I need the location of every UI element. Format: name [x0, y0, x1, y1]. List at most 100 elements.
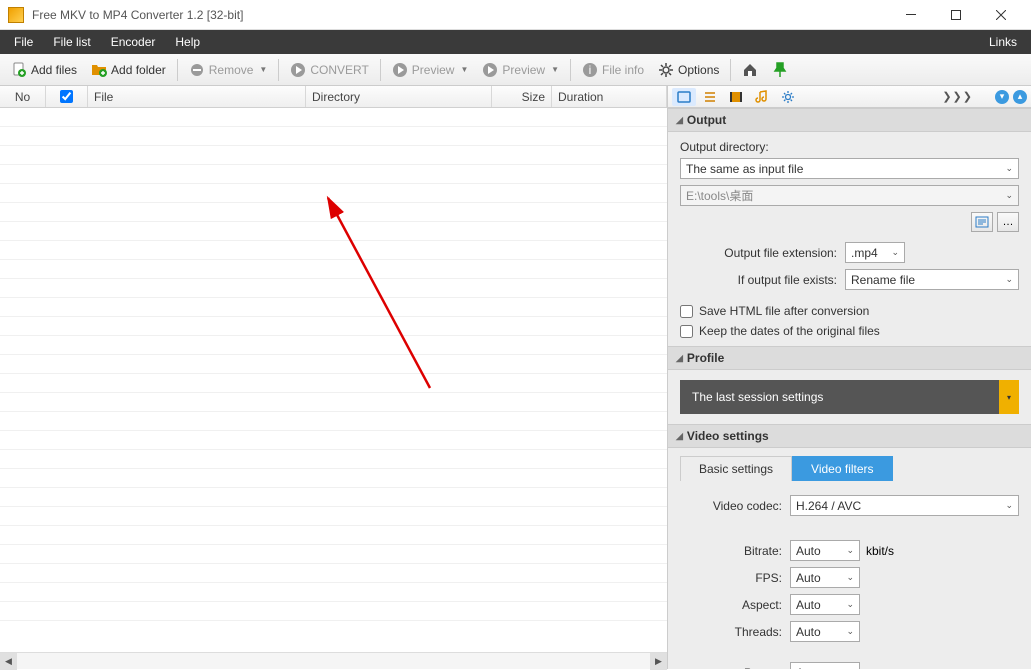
convert-label: CONVERT: [310, 63, 368, 77]
preview2-button[interactable]: Preview ▼: [475, 58, 566, 82]
window-controls: [888, 0, 1023, 30]
tab-output-icon[interactable]: [672, 88, 696, 106]
save-html-checkbox[interactable]: [680, 305, 693, 318]
add-folder-button[interactable]: Add folder: [84, 58, 173, 82]
dropdown-arrow-icon: ▼: [551, 65, 559, 74]
convert-icon: [290, 62, 306, 78]
horizontal-scrollbar[interactable]: ◀ ▶: [0, 652, 667, 669]
select-all-checkbox[interactable]: [60, 90, 73, 103]
profile-select[interactable]: The last session settings ▾: [680, 380, 1019, 414]
remove-button[interactable]: Remove ▼: [182, 58, 275, 82]
video-section-header[interactable]: ◢ Video settings: [668, 424, 1031, 448]
preset-value: Auto: [796, 666, 821, 670]
col-directory[interactable]: Directory: [306, 86, 492, 107]
collapse-triangle-icon: ◢: [676, 431, 683, 442]
pin-button[interactable]: [765, 58, 795, 82]
tab-basic-settings[interactable]: Basic settings: [680, 456, 792, 481]
add-folder-label: Add folder: [111, 63, 166, 77]
list-header: No File Directory Size Duration: [0, 86, 667, 108]
menu-filelist[interactable]: File list: [43, 30, 100, 54]
add-files-button[interactable]: Add files: [4, 58, 84, 82]
bitrate-unit: kbit/s: [860, 544, 894, 558]
tab-video-icon[interactable]: [724, 88, 748, 106]
collapse-up-icon[interactable]: ▴: [1013, 90, 1027, 104]
remove-icon: [189, 62, 205, 78]
profile-section-header[interactable]: ◢ Profile: [668, 346, 1031, 370]
codec-select[interactable]: H.264 / AVC ⌄: [790, 495, 1019, 516]
aspect-label: Aspect:: [680, 598, 790, 612]
fileinfo-button[interactable]: i File info: [575, 58, 651, 82]
scroll-right-button[interactable]: ▶: [650, 653, 667, 670]
close-button[interactable]: [978, 0, 1023, 30]
browse-button[interactable]: …: [997, 212, 1019, 232]
preset-select[interactable]: Auto ⌄: [790, 662, 860, 669]
tab-settings-icon[interactable]: [776, 88, 800, 106]
collapse-triangle-icon: ◢: [676, 353, 683, 364]
threads-select[interactable]: Auto ⌄: [790, 621, 860, 642]
tab-video-filters[interactable]: Video filters: [792, 456, 892, 481]
threads-label: Threads:: [680, 625, 790, 639]
fps-select[interactable]: Auto ⌄: [790, 567, 860, 588]
col-file[interactable]: File: [88, 86, 306, 107]
preview1-label: Preview: [412, 63, 455, 77]
dropdown-arrow-icon: ⌄: [891, 247, 899, 258]
col-checkbox[interactable]: [46, 86, 88, 107]
open-folder-button[interactable]: [971, 212, 993, 232]
dropdown-arrow-icon: ▼: [460, 65, 468, 74]
bitrate-select[interactable]: Auto ⌄: [790, 540, 860, 561]
convert-button[interactable]: CONVERT: [283, 58, 375, 82]
tab-audio-icon[interactable]: [750, 88, 774, 106]
col-duration[interactable]: Duration: [552, 86, 667, 107]
exists-value: Rename file: [851, 273, 915, 287]
ext-label: Output file extension:: [680, 246, 845, 260]
fps-value: Auto: [796, 571, 821, 585]
tab-list-icon[interactable]: [698, 88, 722, 106]
ext-value: .mp4: [851, 246, 878, 260]
video-heading: Video settings: [687, 429, 769, 443]
home-button[interactable]: [735, 58, 765, 82]
maximize-button[interactable]: [933, 0, 978, 30]
profile-section-body: The last session settings ▾: [668, 370, 1031, 424]
exists-select[interactable]: Rename file ⌄: [845, 269, 1019, 290]
pin-icon: [772, 62, 788, 78]
output-dir-label: Output directory:: [680, 140, 1019, 154]
menu-file[interactable]: File: [4, 30, 43, 54]
col-size[interactable]: Size: [492, 86, 552, 107]
output-section-header[interactable]: ◢ Output: [668, 108, 1031, 132]
video-section-body: Basic settings Video filters Video codec…: [668, 456, 1031, 669]
bitrate-label: Bitrate:: [680, 544, 790, 558]
minimize-button[interactable]: [888, 0, 933, 30]
options-button[interactable]: Options: [651, 58, 726, 82]
dropdown-arrow-icon: ⌄: [846, 626, 854, 637]
output-path-value: E:\tools\桌面: [686, 187, 753, 204]
collapse-down-icon[interactable]: ▾: [995, 90, 1009, 104]
play-icon: [392, 62, 408, 78]
col-no[interactable]: No: [0, 86, 46, 107]
toolbar-sep: [278, 59, 279, 81]
menu-encoder[interactable]: Encoder: [101, 30, 166, 54]
scroll-left-button[interactable]: ◀: [0, 653, 17, 670]
info-icon: i: [582, 62, 598, 78]
menu-links[interactable]: Links: [979, 30, 1027, 54]
expand-chevron[interactable]: ❯❯❯: [924, 90, 991, 103]
dropdown-arrow-icon: ▼: [259, 65, 267, 74]
preview1-button[interactable]: Preview ▼: [385, 58, 476, 82]
menu-help[interactable]: Help: [165, 30, 210, 54]
output-dir-select[interactable]: The same as input file ⌄: [680, 158, 1019, 179]
keep-dates-checkbox[interactable]: [680, 325, 693, 338]
remove-label: Remove: [209, 63, 254, 77]
options-label: Options: [678, 63, 719, 77]
dropdown-arrow-icon: ⌄: [1005, 274, 1013, 285]
aspect-select[interactable]: Auto ⌄: [790, 594, 860, 615]
ext-select[interactable]: .mp4 ⌄: [845, 242, 905, 263]
list-body[interactable]: [0, 108, 667, 652]
scroll-track[interactable]: [17, 653, 650, 669]
dropdown-arrow-icon: ⌄: [1005, 163, 1013, 174]
titlebar: Free MKV to MP4 Converter 1.2 [32-bit]: [0, 0, 1031, 30]
add-files-label: Add files: [31, 63, 77, 77]
aspect-value: Auto: [796, 598, 821, 612]
profile-dropdown-button[interactable]: ▾: [999, 380, 1019, 414]
dropdown-arrow-icon: ⌄: [846, 572, 854, 583]
folder-open-icon: [975, 216, 989, 228]
home-icon: [742, 62, 758, 78]
